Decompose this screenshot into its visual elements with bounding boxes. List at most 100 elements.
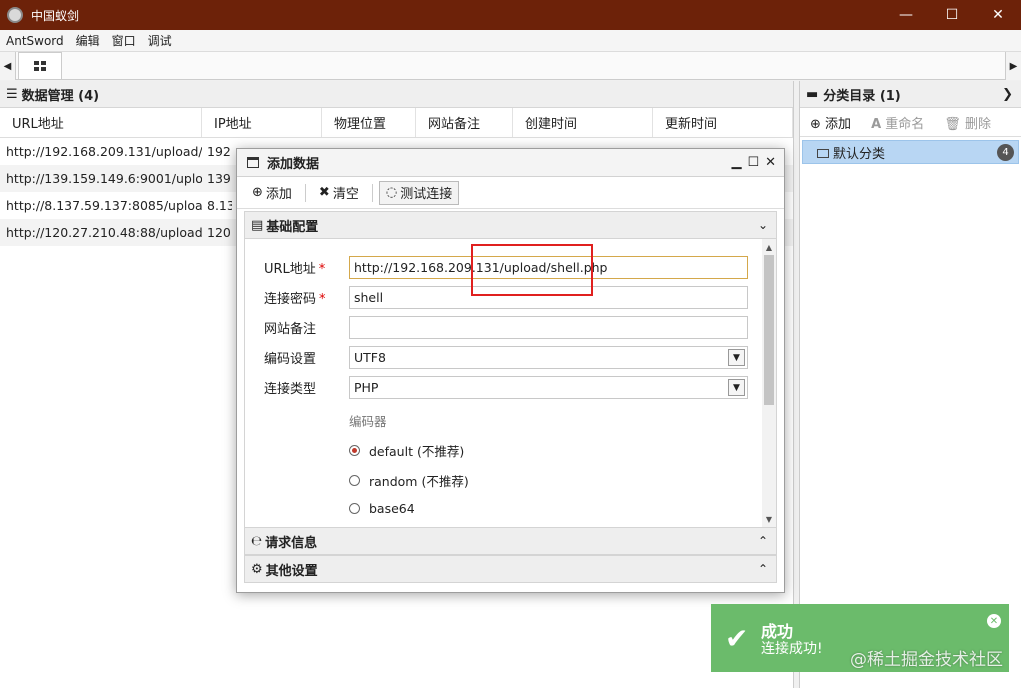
encoding-select[interactable]: UTF8 ▼ [349,346,748,369]
annotation-highlight-box [471,244,593,296]
category-item-default[interactable]: 默认分类 4 [802,140,1019,164]
note-input[interactable] [349,316,748,339]
type-value: PHP [354,380,379,395]
data-panel-title: 数据管理 (4) [21,88,100,104]
encoder-label: base64 [369,501,415,516]
radio-icon [349,475,360,486]
plus-circle-icon: ⊕ [252,185,263,200]
chevron-right-icon[interactable]: ❯ [1002,87,1013,102]
clear-button[interactable]: ✖ 清空 [312,181,366,205]
row-url: http://192.168.209.131/upload/m [6,144,202,159]
row-ip: 8.137 [207,198,232,213]
column-location[interactable]: 物理位置 [322,108,416,137]
section-other-label: 其他设置 [265,563,318,579]
encoding-value: UTF8 [354,350,386,365]
toast-message: 连接成功! [761,641,823,657]
maximize-button[interactable]: ☐ [929,0,975,30]
minimize-button[interactable]: — [883,0,929,30]
category-panel: ▬ 分类目录 (1) ❯ ⊕ 添加 A 重命名 🗑 删除 默认分类 4 [799,81,1021,688]
section-basic-config[interactable]: ▤ 基础配置 ⌄ [244,211,777,239]
add-button-label: 添加 [265,187,292,202]
scroll-up-icon[interactable]: ▲ [762,241,776,253]
add-button[interactable]: ⊕ 添加 [245,181,299,205]
success-toast: ✔ 成功 连接成功! ✕ @稀土掘金技术社区 [711,604,1009,672]
form-scrollbar[interactable]: ▲ ▼ [762,239,776,527]
e-icon: ℮ [251,533,263,549]
grid-icon [34,61,46,71]
add-data-dialog: 添加数据 ▁ ☐ ✕ ⊕ 添加 ✖ 清空 ◌ 测试连接 ▤ 基础配置 ⌄ URL地址 *… [236,148,785,593]
dialog-title-bar: 添加数据 ▁ ☐ ✕ [237,149,784,177]
chevron-up-icon: ⌃ [757,534,768,548]
category-label: 默认分类 [833,146,886,162]
menu-edit[interactable]: 编辑 [70,32,106,49]
encoder-title: 编码器 [349,414,387,429]
connection-type-select[interactable]: PHP ▼ [349,376,748,399]
tab-scroll-left-icon[interactable]: ◀ [0,52,16,80]
column-created[interactable]: 创建时间 [513,108,653,137]
chevron-down-icon: ⌄ [757,218,768,232]
encoder-option-random[interactable]: random (不推荐) [349,471,469,490]
test-connection-button[interactable]: ◌ 测试连接 [378,180,460,205]
encoder-option-default[interactable]: default (不推荐) [349,441,464,460]
x-icon: ✖ [318,185,330,200]
section-basic-label: 基础配置 [266,219,319,235]
menu-antsword[interactable]: AntSword [0,34,70,48]
list-icon: ☰ [6,86,18,102]
delete-category-label: 删除 [964,116,991,132]
password-label: 连接密码 * [245,288,349,307]
add-category-label: 添加 [825,116,852,132]
encoding-row: 编码设置 UTF8 ▼ [245,346,748,369]
spinner-icon: ◌ [385,185,398,200]
add-category-button[interactable]: ⊕ 添加 [810,113,851,132]
chevron-down-icon: ▼ [728,349,745,366]
tab-strip: ◀ ▶ [0,52,1021,80]
row-ip: 139.1 [207,171,232,186]
column-note[interactable]: 网站备注 [416,108,513,137]
test-connection-label: 测试连接 [400,187,453,202]
trash-icon: 🗑 [944,116,961,132]
dialog-close-icon[interactable]: ✕ [765,155,776,170]
chevron-up-icon: ⌃ [757,562,768,576]
dialog-minimize-icon[interactable]: ▁ [731,155,741,170]
note-row: 网站备注 [245,316,748,339]
row-ip: 120.2 [207,225,232,240]
radio-icon [349,503,360,514]
encoder-label: default (不推荐) [369,444,465,459]
delete-category-button[interactable]: 🗑 删除 [944,113,991,132]
chevron-down-icon: ▼ [728,379,745,396]
url-label: URL地址 * [245,258,349,277]
plus-circle-icon: ⊕ [810,116,821,132]
folder-icon [817,148,829,158]
dialog-maximize-icon[interactable]: ☐ [747,155,759,170]
type-label: 连接类型 [264,382,317,397]
required-mark: * [319,292,326,307]
section-other-settings[interactable]: ⚙ 其他设置 ⌃ [244,555,777,583]
gear-icon: ⚙ [251,561,263,577]
menu-debug[interactable]: 调试 [142,32,178,49]
data-panel-header: ☰ 数据管理 (4) [0,81,793,108]
column-url[interactable]: URL地址 [0,108,202,137]
section-request-label: 请求信息 [265,535,318,551]
toolbar-divider [371,183,373,202]
tab-scroll-right-icon[interactable]: ▶ [1005,52,1021,80]
column-updated[interactable]: 更新时间 [653,108,793,137]
count-badge: 4 [997,144,1014,161]
section-request-info[interactable]: ℮ 请求信息 ⌃ [244,527,777,555]
password-label-text: 连接密码 [264,292,317,307]
note-label: 网站备注 [264,322,317,337]
window-icon [247,157,259,168]
menu-window[interactable]: 窗口 [106,32,142,49]
column-ip[interactable]: IP地址 [202,108,322,137]
toast-close-icon[interactable]: ✕ [987,614,1001,628]
scroll-down-icon[interactable]: ▼ [762,513,776,525]
scroll-thumb[interactable] [764,255,774,405]
encoder-label: random (不推荐) [369,474,469,489]
app-logo-icon [7,7,23,23]
dialog-controls: ▁ ☐ ✕ [731,155,776,170]
close-window-button[interactable]: ✕ [975,0,1021,30]
tab-home[interactable] [18,52,62,79]
category-panel-title: 分类目录 (1) [823,88,901,104]
encoder-option-base64[interactable]: base64 [349,501,415,516]
table-header: URL地址 IP地址 物理位置 网站备注 创建时间 更新时间 [0,108,793,138]
rename-category-button[interactable]: A 重命名 [871,113,924,132]
